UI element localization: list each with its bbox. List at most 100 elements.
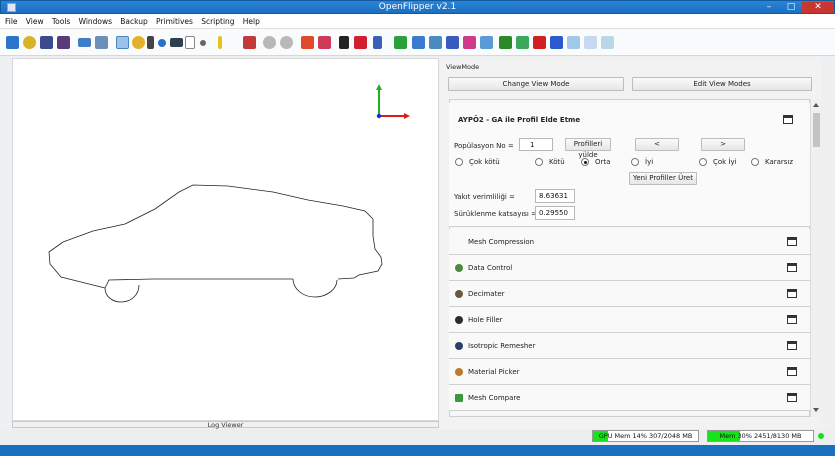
- info-icon[interactable]: [158, 39, 166, 47]
- plugin-row-mesh-compare[interactable]: Mesh Compare: [449, 385, 810, 411]
- float-window-icon[interactable]: [787, 393, 797, 402]
- edit-view-modes-button[interactable]: Edit View Modes: [632, 77, 812, 91]
- material-picker-icon: [455, 368, 463, 376]
- axis-x-arrow: [404, 113, 410, 119]
- float-window-icon[interactable]: [787, 341, 797, 350]
- float-window-icon[interactable]: [787, 263, 797, 272]
- status-bar: GPU Mem 14% 307/2048 MB Mem 30% 2451/813…: [0, 429, 835, 445]
- window-title: OpenFlipper v2.1: [378, 2, 457, 12]
- float-window-icon[interactable]: [787, 289, 797, 298]
- new-profiles-button[interactable]: Yeni Profiller Üret: [629, 172, 697, 185]
- log-viewer-bar[interactable]: Log Viewer: [12, 421, 439, 428]
- scroll-up-arrow[interactable]: [813, 103, 819, 107]
- wire-icon[interactable]: [601, 36, 614, 49]
- scroll-down-arrow[interactable]: [813, 408, 819, 412]
- view-icon[interactable]: [95, 36, 108, 49]
- pointer-icon[interactable]: [147, 36, 154, 49]
- plugin-row-data-control[interactable]: Data Control: [449, 255, 810, 281]
- close-button[interactable]: ✕: [802, 2, 834, 13]
- plugin-row-mesh-compression[interactable]: Mesh Compression: [449, 229, 810, 255]
- selection-icon[interactable]: [116, 36, 129, 49]
- rating-radio-1[interactable]: [535, 158, 543, 166]
- translate-icon[interactable]: [318, 36, 331, 49]
- surface-icon[interactable]: [463, 36, 476, 49]
- plugin-row-hole-filler[interactable]: Hole Filler: [449, 307, 810, 333]
- more-icon[interactable]: [200, 40, 206, 46]
- layout-icon[interactable]: [78, 38, 91, 47]
- float-window-icon[interactable]: [787, 367, 797, 376]
- move-icon[interactable]: [243, 36, 256, 49]
- plugin-label: Mesh Compare: [468, 394, 521, 402]
- minimize-button[interactable]: –: [758, 2, 780, 13]
- dropdown-icon[interactable]: [185, 36, 195, 49]
- undo-icon[interactable]: [263, 36, 276, 49]
- menu-windows[interactable]: Windows: [76, 14, 115, 29]
- rating-radio-4[interactable]: [699, 158, 707, 166]
- curve-icon[interactable]: [429, 36, 442, 49]
- decimater-icon: [455, 290, 463, 298]
- cone-icon[interactable]: [480, 36, 493, 49]
- menu-help[interactable]: Help: [240, 14, 263, 29]
- scroll-thumb[interactable]: [813, 113, 820, 147]
- plugin-row-decimater[interactable]: Decimater: [449, 281, 810, 307]
- menu-scripting[interactable]: Scripting: [198, 14, 237, 29]
- color-box-icon[interactable]: [516, 36, 529, 49]
- fuel-efficiency-field[interactable]: 8.63631: [535, 189, 575, 203]
- gpu-memory-indicator: GPU Mem 14% 307/2048 MB: [592, 430, 699, 442]
- plane-icon[interactable]: [446, 36, 459, 49]
- rotate-icon[interactable]: [301, 36, 314, 49]
- plugin-label: Isotropic Remesher: [468, 342, 536, 350]
- viewer-3d[interactable]: [12, 58, 439, 421]
- sketch-icon[interactable]: [339, 36, 349, 49]
- menu-backup[interactable]: Backup: [117, 14, 151, 29]
- light-box-icon[interactable]: [567, 36, 580, 49]
- float-window-icon[interactable]: [787, 237, 797, 246]
- menu-file[interactable]: File: [2, 14, 21, 29]
- plugin-row-material-picker[interactable]: Material Picker: [449, 359, 810, 385]
- plugin-label: Hole Filler: [468, 316, 503, 324]
- draw-mode-icon[interactable]: [170, 38, 183, 47]
- skeleton-icon[interactable]: [373, 36, 382, 49]
- grid-icon[interactable]: [584, 36, 597, 49]
- main-toolbar: [0, 29, 835, 56]
- maximize-button[interactable]: □: [780, 2, 802, 13]
- mesh-compare-icon: [455, 394, 463, 402]
- population-spinbox[interactable]: 1: [519, 138, 553, 151]
- viewmode-label: ViewMode: [446, 63, 480, 71]
- cube-icon[interactable]: [354, 36, 367, 49]
- save-disk-icon[interactable]: [40, 36, 53, 49]
- rating-radio-2[interactable]: [581, 158, 589, 166]
- car-profile-outline: [48, 184, 383, 303]
- save-as-icon[interactable]: [57, 36, 70, 49]
- pick-icon[interactable]: [132, 36, 145, 49]
- mesh-icon[interactable]: [412, 36, 425, 49]
- rating-label-4: Çok İyi: [713, 158, 737, 166]
- open-icon[interactable]: [23, 36, 36, 49]
- save-icon[interactable]: [6, 36, 19, 49]
- blue-box-icon[interactable]: [550, 36, 563, 49]
- redo-icon[interactable]: [280, 36, 293, 49]
- menu-primitives[interactable]: Primitives: [153, 14, 196, 29]
- drag-coefficient-field[interactable]: 0.29550: [535, 206, 575, 220]
- plugin-label: Data Control: [468, 264, 513, 272]
- rating-radio-0[interactable]: [455, 158, 463, 166]
- plugin-row-isotropic-remesher[interactable]: Isotropic Remesher: [449, 333, 810, 359]
- next-profile-button[interactable]: >: [701, 138, 745, 151]
- memory-text: Mem 30% 2451/8130 MB: [719, 432, 802, 440]
- aypo2-float-icon[interactable]: [783, 115, 793, 124]
- menu-tools[interactable]: Tools: [49, 14, 73, 29]
- measure-icon[interactable]: [218, 36, 222, 49]
- load-profiles-button[interactable]: Profilleri yülde: [565, 138, 611, 159]
- rating-radio-3[interactable]: [631, 158, 639, 166]
- prev-profile-button[interactable]: <: [635, 138, 679, 151]
- plugin-scrollbar[interactable]: [810, 99, 822, 417]
- rating-label-3: İyi: [645, 158, 654, 166]
- change-view-mode-button[interactable]: Change View Mode: [448, 77, 624, 91]
- rating-radio-5[interactable]: [751, 158, 759, 166]
- paint-icon[interactable]: [394, 36, 407, 49]
- float-window-icon[interactable]: [787, 315, 797, 324]
- menu-view[interactable]: View: [23, 14, 47, 29]
- box-icon[interactable]: [499, 36, 512, 49]
- red-box-icon[interactable]: [533, 36, 546, 49]
- population-label: Popülasyon No =: [454, 142, 514, 150]
